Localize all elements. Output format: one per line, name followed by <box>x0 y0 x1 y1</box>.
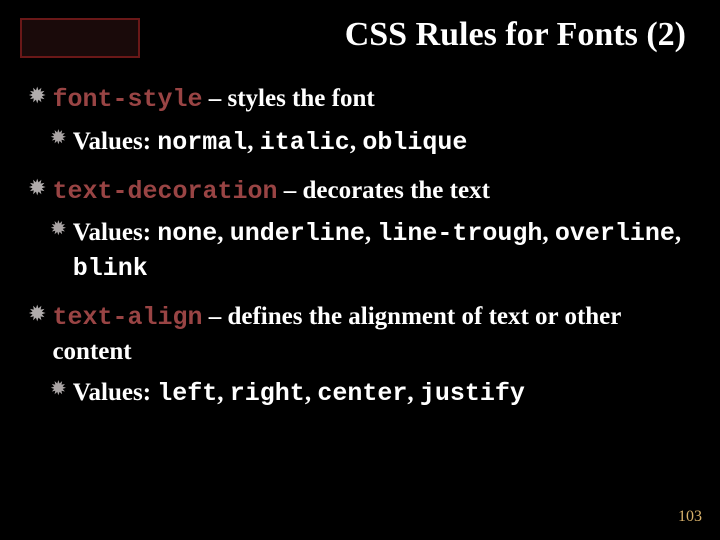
css-value: normal <box>157 128 247 157</box>
css-value: blink <box>73 254 148 283</box>
css-value: italic <box>260 128 350 157</box>
list-item: ✹ text-decoration – decorates the text <box>28 174 692 209</box>
css-value: left <box>157 379 217 408</box>
list-item: ✹ text-align – defines the alignment of … <box>28 300 692 369</box>
list-item: ✹ Values: normal, italic, oblique <box>50 125 692 160</box>
page-number: 103 <box>678 508 702 526</box>
css-property: text-align <box>52 303 202 332</box>
css-value: oblique <box>362 128 467 157</box>
property-desc: decorates the text <box>302 177 489 204</box>
values-label: Values: <box>73 379 158 406</box>
logo-box <box>20 18 140 58</box>
css-property: text-decoration <box>52 177 277 206</box>
sun-icon: ✹ <box>28 174 46 203</box>
values-label: Values: <box>73 128 158 155</box>
css-value: none <box>157 219 217 248</box>
sun-icon: ✹ <box>28 300 46 329</box>
slide: CSS Rules for Fonts (2) ✹ font-style – s… <box>0 0 720 540</box>
css-value: center <box>317 379 407 408</box>
css-value: overline <box>555 219 675 248</box>
css-value: line-trough <box>377 219 542 248</box>
content: ✹ font-style – styles the font ✹ Values:… <box>28 82 692 411</box>
sun-icon: ✹ <box>50 376 67 402</box>
list-item: ✹ Values: none, underline, line-trough, … <box>50 216 692 286</box>
css-property: font-style <box>52 85 202 114</box>
list-item: ✹ font-style – styles the font <box>28 82 692 117</box>
property-desc: styles the font <box>227 85 374 112</box>
css-value: right <box>230 379 305 408</box>
list-item: ✹ Values: left, right, center, justify <box>50 376 692 411</box>
css-value: underline <box>230 219 365 248</box>
sun-icon: ✹ <box>50 125 67 151</box>
sun-icon: ✹ <box>28 82 46 111</box>
css-value: justify <box>420 379 525 408</box>
sun-icon: ✹ <box>50 216 67 242</box>
values-label: Values: <box>73 219 158 246</box>
